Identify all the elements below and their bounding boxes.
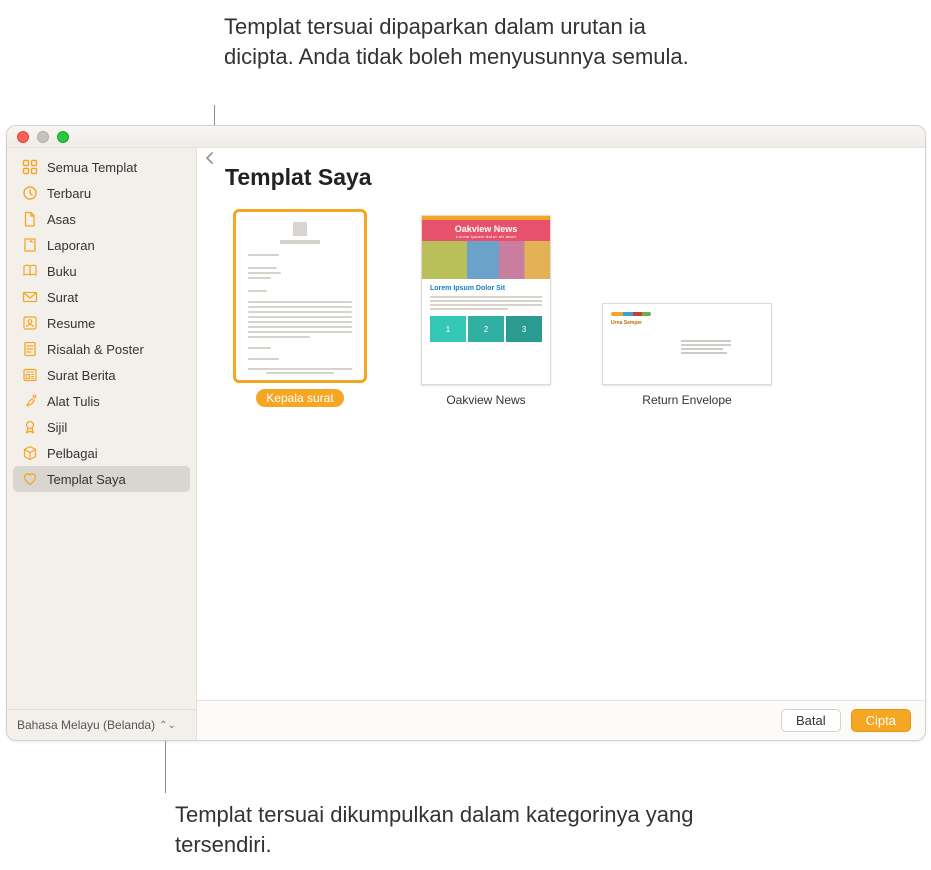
sidebar-item-resume[interactable]: Resume xyxy=(13,310,190,336)
cube-icon xyxy=(21,444,39,462)
annotation-bottom: Templat tersuai dikumpulkan dalam katego… xyxy=(175,800,695,859)
sidebar-item-label: Asas xyxy=(47,212,76,227)
sidebar-item-pelbagai[interactable]: Pelbagai xyxy=(13,440,190,466)
oakview-sub: Lorem ipsum dolor sit amet xyxy=(422,234,550,239)
sidebar: Semua Templat Terbaru Asas Laporan Buku xyxy=(7,148,197,740)
report-icon xyxy=(21,236,39,254)
sidebar-item-label: Semua Templat xyxy=(47,160,137,175)
book-icon xyxy=(21,262,39,280)
envelope-icon xyxy=(21,288,39,306)
template-chooser-window: Semua Templat Terbaru Asas Laporan Buku xyxy=(6,125,926,741)
main-pane: Templat Saya xyxy=(197,148,925,740)
grid-icon xyxy=(21,158,39,176)
sidebar-list: Semua Templat Terbaru Asas Laporan Buku xyxy=(7,148,196,709)
annotation-top: Templat tersuai dipaparkan dalam urutan … xyxy=(224,12,704,71)
stationery-icon xyxy=(21,392,39,410)
language-selector[interactable]: Bahasa Melayu (Belanda) ⌃⌄ xyxy=(7,709,196,740)
template-label: Return Envelope xyxy=(642,393,731,407)
oakview-header: Oakview News xyxy=(422,224,550,234)
sidebar-item-label: Terbaru xyxy=(47,186,91,201)
window-close-button[interactable] xyxy=(17,131,29,143)
language-selector-label: Bahasa Melayu (Belanda) xyxy=(17,718,155,732)
clock-icon xyxy=(21,184,39,202)
sidebar-item-label: Pelbagai xyxy=(47,446,98,461)
sidebar-item-buku[interactable]: Buku xyxy=(13,258,190,284)
sidebar-item-label: Buku xyxy=(47,264,77,279)
sidebar-item-templat-saya[interactable]: Templat Saya xyxy=(13,466,190,492)
heart-icon xyxy=(21,470,39,488)
newspaper-icon xyxy=(21,366,39,384)
sidebar-item-label: Surat Berita xyxy=(47,368,116,383)
footer: Batal Cipta xyxy=(197,700,925,740)
page-title: Templat Saya xyxy=(225,164,897,191)
ribbon-icon xyxy=(21,418,39,436)
sidebar-item-semua-templat[interactable]: Semua Templat xyxy=(13,154,190,180)
template-label: Kepala surat xyxy=(256,389,343,407)
cancel-button[interactable]: Batal xyxy=(781,709,841,732)
template-item-oakview-news[interactable]: Oakview News Lorem ipsum dolor sit amet … xyxy=(411,215,561,407)
sidebar-item-surat[interactable]: Surat xyxy=(13,284,190,310)
template-label: Oakview News xyxy=(446,393,525,407)
template-thumbnail: Oakview News Lorem ipsum dolor sit amet … xyxy=(421,215,551,385)
sidebar-item-asas[interactable]: Asas xyxy=(13,206,190,232)
window-zoom-button[interactable] xyxy=(57,131,69,143)
window-minimize-button[interactable] xyxy=(37,131,49,143)
sidebar-item-risalah-poster[interactable]: Risalah & Poster xyxy=(13,336,190,362)
sidebar-item-label: Risalah & Poster xyxy=(47,342,144,357)
sidebar-item-laporan[interactable]: Laporan xyxy=(13,232,190,258)
template-item-return-envelope[interactable]: Urna Semper Return Envelope xyxy=(597,303,777,407)
template-item-kepala-surat[interactable]: Kepala surat xyxy=(225,211,375,407)
sidebar-collapse-button[interactable] xyxy=(202,150,218,166)
sidebar-item-label: Alat Tulis xyxy=(47,394,100,409)
template-thumbnail: Urna Semper xyxy=(602,303,772,385)
sidebar-item-label: Resume xyxy=(47,316,95,331)
create-button[interactable]: Cipta xyxy=(851,709,911,732)
sidebar-item-label: Sijil xyxy=(47,420,67,435)
person-icon xyxy=(21,314,39,332)
sidebar-item-terbaru[interactable]: Terbaru xyxy=(13,180,190,206)
sidebar-item-sijil[interactable]: Sijil xyxy=(13,414,190,440)
window-titlebar xyxy=(7,126,925,148)
oakview-article-title: Lorem Ipsum Dolor Sit xyxy=(430,285,542,292)
template-grid-area: Templat Saya xyxy=(197,148,925,700)
template-grid: Kepala surat Oakview News Lorem ipsum do… xyxy=(225,211,897,407)
sidebar-item-surat-berita[interactable]: Surat Berita xyxy=(13,362,190,388)
sidebar-item-label: Templat Saya xyxy=(47,472,126,487)
chevron-up-down-icon: ⌃⌄ xyxy=(159,720,176,731)
template-thumbnail xyxy=(235,211,365,381)
sidebar-item-label: Laporan xyxy=(47,238,95,253)
sidebar-item-alat-tulis[interactable]: Alat Tulis xyxy=(13,388,190,414)
sidebar-item-label: Surat xyxy=(47,290,78,305)
poster-icon xyxy=(21,340,39,358)
doc-icon xyxy=(21,210,39,228)
